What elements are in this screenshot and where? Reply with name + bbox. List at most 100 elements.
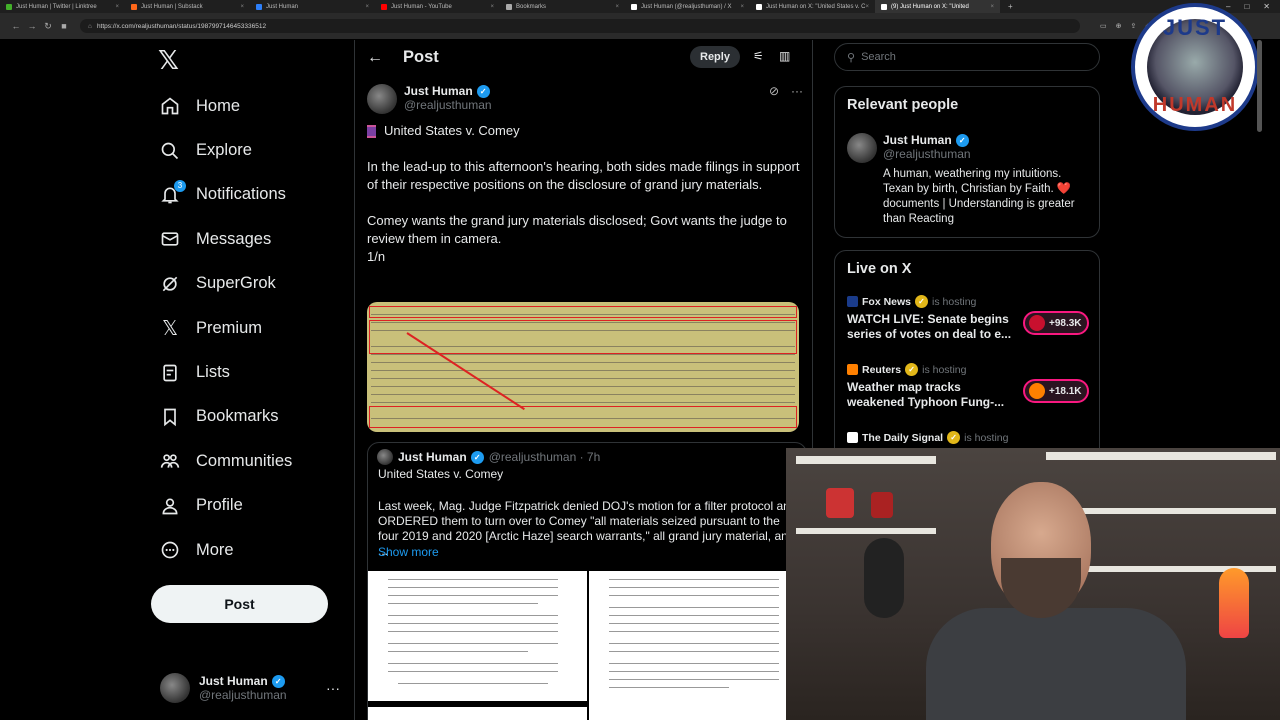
nav-explore[interactable]: Explore [158,128,292,172]
close-window-icon[interactable]: ✕ [1263,2,1270,11]
browser-tab[interactable]: Just Human - YouTube × [375,0,500,13]
browser-tab[interactable]: Just Human | Substack × [125,0,250,13]
cast-icon[interactable]: ▭ [1100,22,1107,30]
nav-home[interactable]: Home [158,84,292,128]
forward-icon[interactable]: → [24,21,40,31]
toy-car [826,488,854,518]
close-tab-icon[interactable]: × [615,4,619,10]
post-button[interactable]: Post [151,585,328,623]
nav-lists[interactable]: Lists [158,350,292,394]
person-icon [158,494,182,518]
notification-badge: 3 [174,179,186,192]
quoted-tweet[interactable]: Just Human ✓ @realjusthuman · 7h United S… [367,442,807,720]
avatar[interactable] [847,133,877,163]
avatar[interactable] [367,84,397,114]
main-column: ← Post Reply ⚟ ▥ Just Human ✓ @realjusthu… [354,40,813,720]
close-tab-icon[interactable]: × [865,4,869,10]
nav-premium[interactable]: 𝕏 Premium [158,306,292,350]
maximize-icon[interactable]: □ [1244,2,1249,11]
back-icon[interactable]: ← [8,21,24,31]
docket-image[interactable] [367,302,799,432]
nav-notifications[interactable]: 3 Notifications [158,173,292,217]
filter-icon[interactable]: ⚟ [753,49,764,63]
nav-more[interactable]: More [158,528,292,572]
browser-tab[interactable]: Bookmarks × [500,0,625,13]
reuters-avatar-icon [1029,383,1045,399]
zoom-icon[interactable]: ⊕ [1116,22,1122,30]
verified-badge-icon: ✓ [947,431,961,444]
nav-bookmarks[interactable]: Bookmarks [158,395,292,439]
account-switcher[interactable]: Just Human ✓ @realjusthuman ··· [160,673,340,703]
live-item[interactable]: Reuters ✓ is hosting Weather map tracks we… [847,363,1091,410]
microphone [864,538,904,618]
tab-label: Just Human (@realjusthuman) / X [641,3,732,10]
person-body [926,608,1186,720]
grok-icon [158,272,182,296]
live-item[interactable]: Fox News ✓ is hosting WATCH LIVE: Senate b… [847,295,1091,342]
grok-icon[interactable]: ⊘ [769,84,779,98]
tweet-text: United States v. Comey In the lead-up to… [367,122,807,266]
court-order-image[interactable] [589,571,806,720]
browser-tab[interactable]: Just Human × [250,0,375,13]
quote-author-name: Just Human [398,450,467,464]
window-controls: – □ ✕ [1226,2,1280,11]
reload-icon[interactable]: ↻ [40,21,56,32]
browser-tab[interactable]: Just Human | Twitter | Linktree × [0,0,125,13]
verified-badge-icon: ✓ [271,674,285,688]
quote-author-handle: @realjusthuman · 7h [488,450,601,464]
daily-signal-logo-icon [847,432,858,443]
webcam-overlay [786,448,1280,720]
browser-tab[interactable]: Just Human (@realjusthuman) / X × [625,0,750,13]
nav-profile[interactable]: Profile [158,484,292,528]
toy-car [871,492,893,518]
tab-label: Bookmarks [516,3,547,10]
close-tab-icon[interactable]: × [240,4,244,10]
nav-communities[interactable]: Communities [158,439,292,483]
nav-label: Communities [196,451,293,470]
court-order-image[interactable] [368,571,587,720]
tab-label: Just Human | Substack [141,3,203,10]
nav-supergrok[interactable]: SuperGrok [158,262,292,306]
channel-logo: JUST HUMAN [1131,3,1259,131]
verified-badge-icon: ✓ [955,133,969,147]
search-icon: ⚲ [847,51,856,64]
new-tab-button[interactable]: + [1000,2,1021,11]
bell-icon: 3 [158,179,186,207]
reader-view-icon[interactable]: ▥ [779,49,790,63]
page-scrollbar[interactable] [1257,40,1262,132]
nav-messages[interactable]: Messages [158,217,292,261]
show-more-link[interactable]: Show more [378,545,439,559]
person-name[interactable]: Just Human [883,133,952,147]
browser-tab[interactable]: Just Human on X: "United States v. C × [750,0,875,13]
back-arrow-icon[interactable]: ← [367,49,383,67]
live-item[interactable]: The Daily Signal ✓ is hosting [847,431,1091,444]
reply-button[interactable]: Reply [690,46,740,68]
relevant-person[interactable]: Just Human ✓ @realjusthuman A human, weat… [847,133,1093,227]
close-tab-icon[interactable]: × [740,4,744,10]
nav-label: Profile [196,496,243,515]
live-heading: Live on X [847,261,912,277]
more-options-icon[interactable]: ··· [791,84,803,98]
live-hosting: is hosting [932,295,977,308]
search-input[interactable]: ⚲ Search [834,43,1100,71]
close-tab-icon[interactable]: × [365,4,369,10]
close-tab-icon[interactable]: × [115,4,119,10]
author-handle[interactable]: @realjusthuman [404,98,492,112]
nav-label: Home [196,96,241,115]
home-browser-icon[interactable]: ■ [56,21,72,31]
author-name[interactable]: Just Human [404,84,473,98]
nav-label: Lists [196,363,230,382]
site-info-icon[interactable]: ⌂ [88,23,92,30]
main-tweet: Just Human ✓ @realjusthuman ⊘ ··· United … [367,84,807,284]
tab-favicon-icon [131,3,137,10]
more-options-icon[interactable]: ··· [326,680,340,696]
browser-tab-active[interactable]: (9) Just Human on X: "United × [875,0,1000,13]
minimize-icon[interactable]: – [1226,2,1230,11]
close-tab-icon[interactable]: × [490,4,494,10]
nav-label: Premium [196,318,263,337]
address-bar[interactable]: ⌂ https://x.com/realjusthuman/status/1987… [80,19,1080,33]
x-logo-icon[interactable]: 𝕏 [158,46,179,76]
close-tab-icon[interactable]: × [990,4,994,10]
relevant-people-card: Relevant people Just Human ✓ @realjusthum… [834,86,1100,238]
x-icon: 𝕏 [161,316,179,341]
